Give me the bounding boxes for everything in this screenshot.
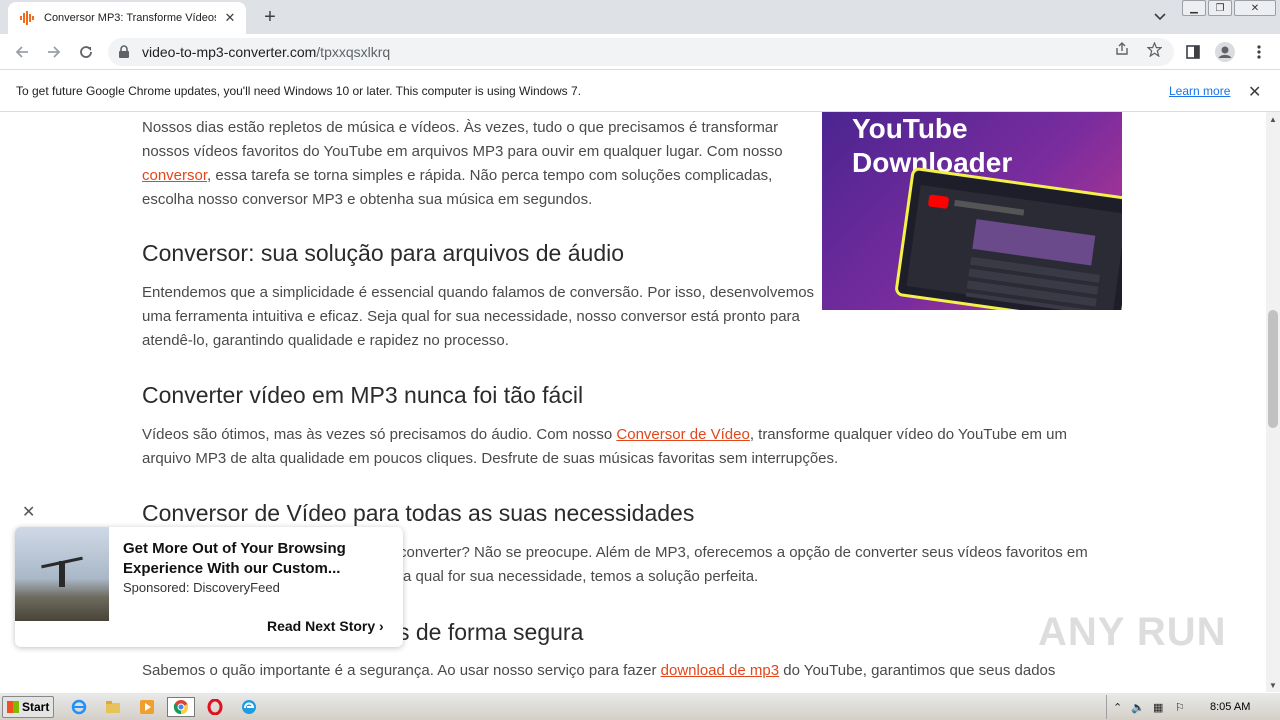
laptop-screen [906, 184, 1122, 310]
read-next-label: Read Next Story [267, 618, 376, 634]
scroll-down-arrow-icon[interactable]: ▼ [1266, 678, 1280, 692]
intro-text-b: , essa tarefa se torna simples e rápida.… [142, 167, 773, 208]
window-controls: ▁ ❐ ✕ [1182, 0, 1278, 18]
media-player-icon[interactable] [136, 697, 158, 717]
sponsored-ad-card[interactable]: Get More Out of Your Browsing Experience… [15, 527, 403, 647]
heading-conversor-necessidades: Conversor de Vídeo para todas as suas ne… [142, 500, 695, 526]
laptop-illustration [894, 166, 1122, 310]
volume-icon[interactable]: 🔈 [1131, 701, 1145, 714]
p2-text-a: Vídeos são ótimos, mas às vezes só preci… [142, 426, 617, 443]
start-label: Start [22, 700, 50, 714]
reload-button[interactable] [74, 40, 98, 64]
share-icon[interactable] [1114, 41, 1130, 57]
screen-rows [965, 256, 1100, 310]
url-domain: video-to-mp3-converter.com [142, 44, 317, 60]
p4-text-a: Sabemos o quão importante é a segurança.… [142, 662, 661, 679]
url-path: /tpxxqsxlkrq [316, 44, 391, 60]
tray-expand-icon[interactable]: ⌃ [1113, 701, 1122, 714]
intro-paragraph: Nossos dias estão repletos de música e v… [142, 116, 812, 212]
heading-converter-video: Converter vídeo em MP3 nunca foi tão fác… [142, 382, 584, 408]
tab-strip: Conversor MP3: Transforme Vídeos do ✕ + … [0, 0, 1280, 34]
internet-explorer-icon[interactable] [68, 697, 90, 717]
ad-title[interactable]: Get More Out of Your Browsing Experience… [123, 539, 393, 579]
windows-flag-icon [7, 701, 19, 713]
url-text: video-to-mp3-converter.com/tpxxqsxlkrq [142, 44, 390, 60]
window-close-button[interactable]: ✕ [1234, 0, 1276, 16]
paragraph-outros-formatos-b: a qual for sua necessidade, temos a solu… [403, 568, 759, 585]
opera-icon[interactable] [204, 697, 226, 717]
bookmark-star-icon[interactable] [1146, 41, 1162, 57]
browser-toolbar: video-to-mp3-converter.com/tpxxqsxlkrq [0, 34, 1280, 70]
anyrun-watermark: ANY RUN [1038, 610, 1227, 654]
page-scrollbar[interactable]: ▲ ▼ [1266, 112, 1280, 692]
scrollbar-thumb[interactable] [1268, 310, 1278, 428]
system-tray: ⌃ 🔈 ▦ ⚐ 8:05 AM [1106, 695, 1278, 719]
infobar-close-icon[interactable]: ✕ [1248, 82, 1261, 102]
audio-wave-icon [20, 10, 36, 26]
screen-bar [954, 199, 1025, 216]
new-tab-button[interactable]: + [258, 6, 282, 28]
infobar-message: To get future Google Chrome updates, you… [16, 84, 582, 98]
ad-close-icon[interactable]: ✕ [22, 502, 35, 522]
restore-button[interactable]: ❐ [1208, 0, 1232, 16]
menu-kebab-icon[interactable] [1248, 41, 1270, 63]
tab-title: Conversor MP3: Transforme Vídeos do [44, 12, 216, 24]
scroll-up-arrow-icon[interactable]: ▲ [1266, 112, 1280, 126]
tab-search-chevron-icon[interactable] [1150, 8, 1170, 26]
ad-person [59, 561, 65, 587]
update-infobar: To get future Google Chrome updates, you… [0, 71, 1280, 112]
forward-button[interactable] [42, 40, 66, 64]
minimize-button[interactable]: ▁ [1182, 0, 1206, 16]
tab-close-icon[interactable]: ✕ [222, 10, 238, 26]
heading-forma-segura: s de forma segura [398, 619, 584, 645]
learn-more-link[interactable]: Learn more [1169, 84, 1230, 98]
start-button[interactable]: Start [2, 696, 54, 718]
conversor-de-video-link[interactable]: Conversor de Vídeo [616, 426, 749, 443]
chrome-taskbar-icon[interactable] [167, 697, 195, 717]
action-center-flag-icon[interactable]: ⚐ [1175, 701, 1185, 714]
banner-title-line-1: YouTube [852, 113, 968, 144]
download-de-mp3-link[interactable]: download de mp3 [661, 662, 779, 679]
read-next-story-button[interactable]: Read Next Story › [267, 618, 384, 634]
paragraph-simplicidade: Entendemos que a simplicidade é essencia… [142, 284, 815, 349]
ad-sponsor: Sponsored: DiscoveryFeed [123, 580, 280, 595]
paragraph-videos-otimos: Vídeos são ótimos, mas às vezes só preci… [142, 423, 1117, 471]
file-explorer-icon[interactable] [102, 697, 124, 717]
address-bar[interactable]: video-to-mp3-converter.com/tpxxqsxlkrq [108, 38, 1174, 66]
chevron-right-icon: › [379, 618, 384, 634]
side-panel-icon[interactable] [1182, 41, 1204, 63]
paragraph-outros-formatos-a: converter? Não se preocupe. Além de MP3,… [399, 544, 1088, 561]
back-button[interactable] [10, 40, 34, 64]
edge-icon[interactable] [238, 697, 260, 717]
heading-conversor-solucao: Conversor: sua solução para arquivos de … [142, 240, 625, 266]
intro-text-a: Nossos dias estão repletos de música e v… [142, 119, 783, 160]
paragraph-seguranca: Sabemos o quão importante é a segurança.… [142, 659, 1132, 683]
youtube-logo-icon [927, 194, 950, 209]
network-icon[interactable]: ▦ [1153, 701, 1163, 714]
tab-active[interactable]: Conversor MP3: Transforme Vídeos do ✕ [8, 2, 246, 34]
windows-taskbar: Start ⌃ 🔈 ▦ ⚐ 8:05 AM [0, 692, 1280, 720]
p4-text-b: do YouTube, garantimos que seus dados [779, 662, 1056, 679]
youtube-downloader-banner[interactable]: YouTube Downloader [822, 112, 1122, 310]
profile-avatar-icon[interactable] [1214, 41, 1236, 63]
conversor-link[interactable]: conversor [142, 167, 207, 184]
ad-thumbnail[interactable] [15, 527, 109, 621]
clock[interactable]: 8:05 AM [1210, 701, 1250, 713]
lock-icon[interactable] [118, 45, 132, 59]
